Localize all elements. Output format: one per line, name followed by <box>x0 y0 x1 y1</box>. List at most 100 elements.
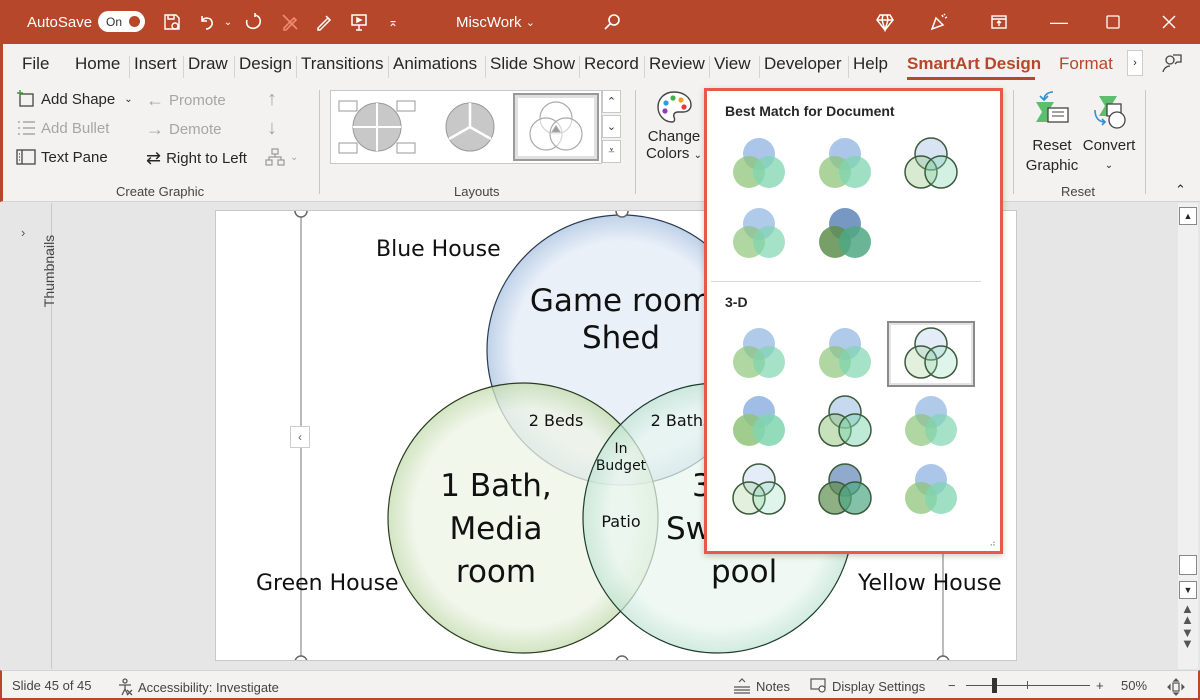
ink-pen-icon[interactable] <box>312 0 336 44</box>
resize-handle <box>294 655 308 660</box>
scroll-down-icon[interactable]: ▼ <box>1179 581 1197 599</box>
region-green-only[interactable]: 1 Bath, Media room <box>406 465 586 593</box>
tab-design[interactable]: Design <box>239 54 292 74</box>
minimize-icon[interactable]: — <box>1046 0 1072 44</box>
present-icon[interactable] <box>347 0 371 44</box>
text-pane-button[interactable]: Text Pane <box>16 148 108 166</box>
gallery-more-icon[interactable]: ⩡ <box>602 140 621 163</box>
fit-slide-icon[interactable] <box>1166 678 1186 696</box>
region-text: Media <box>449 510 543 547</box>
style-option-3d-selected[interactable] <box>887 321 975 387</box>
next-slide-icon[interactable]: ▼ ▼ <box>1181 626 1194 650</box>
style-option-3d[interactable] <box>715 457 803 523</box>
premium-diamond-icon[interactable] <box>872 0 898 44</box>
autosave-toggle[interactable]: On <box>98 11 145 32</box>
move-up-button[interactable]: ↑ <box>267 88 277 111</box>
tab-home[interactable]: Home <box>75 54 120 74</box>
thumbnails-label[interactable]: Thumbnails <box>41 231 57 311</box>
convert-button[interactable]: Convert ⌄ <box>1079 90 1139 176</box>
comments-icon[interactable] <box>1161 52 1183 79</box>
region-blue-green[interactable]: 2 Beds <box>516 411 596 430</box>
layout-basic-venn[interactable] <box>513 93 599 161</box>
zoom-in-button[interactable]: + <box>1096 678 1104 693</box>
style-option-3d[interactable] <box>887 389 975 455</box>
style-option-3d[interactable] <box>801 321 889 387</box>
redo-icon[interactable] <box>242 0 266 44</box>
tab-help[interactable]: Help <box>853 54 888 74</box>
resize-handle <box>615 211 629 218</box>
add-bullet-button[interactable]: Add Bullet <box>16 119 109 137</box>
gallery-scroll-up-icon[interactable]: ⌃ <box>602 90 621 113</box>
save-sync-icon[interactable] <box>160 0 184 44</box>
style-option-best-match[interactable] <box>715 131 803 197</box>
zoom-out-button[interactable]: − <box>948 678 956 693</box>
add-shape-button[interactable]: Add Shape ⌄ <box>16 90 133 108</box>
tab-smartart-design[interactable]: SmartArt Design <box>907 54 1041 74</box>
move-down-button[interactable]: ↓ <box>267 117 277 140</box>
tab-draw[interactable]: Draw <box>188 54 228 74</box>
close-icon[interactable] <box>1156 0 1182 44</box>
tab-format[interactable]: Format <box>1059 54 1113 74</box>
change-colors-button[interactable]: Change Colors ⌄ <box>645 90 703 176</box>
reset-graphic-button[interactable]: Reset Graphic <box>1021 90 1083 176</box>
display-settings-button[interactable]: Display Settings <box>810 678 925 694</box>
style-option-3d[interactable] <box>715 389 803 455</box>
customize-qat-icon[interactable]: ⌅ <box>386 0 400 44</box>
layout-circle-relationship[interactable] <box>337 95 417 159</box>
right-to-left-button[interactable]: ⇄ Right to Left <box>146 148 247 169</box>
text-pane-toggle-icon[interactable]: ‹ <box>290 426 310 448</box>
undo-icon[interactable] <box>195 0 219 44</box>
style-option-3d[interactable] <box>715 321 803 387</box>
style-option-best-match[interactable] <box>801 201 889 267</box>
tab-insert[interactable]: Insert <box>134 54 177 74</box>
add-shape-dropdown-icon[interactable]: ⌄ <box>124 94 132 105</box>
region-text: Shed <box>581 320 661 357</box>
layout-segmented-cycle[interactable] <box>435 95 505 159</box>
zoom-level[interactable]: 50% <box>1121 678 1147 693</box>
tab-file[interactable]: File <box>22 54 49 74</box>
vertical-scrollbar[interactable]: ▲ ▼ ▲ ▲ ▼ ▼ <box>1178 203 1198 669</box>
celebrate-icon[interactable] <box>926 0 952 44</box>
style-option-best-match[interactable] <box>801 131 889 197</box>
expand-thumbnails-icon[interactable]: › <box>21 225 25 240</box>
label-green-house[interactable]: Green House <box>256 571 399 597</box>
tab-review[interactable]: Review <box>649 54 705 74</box>
zoom-slider[interactable] <box>966 685 1090 686</box>
label-blue-house[interactable]: Blue House <box>376 237 501 263</box>
style-option-best-match[interactable] <box>887 131 975 197</box>
notes-button[interactable]: Notes <box>732 678 790 694</box>
accessibility-button[interactable]: Accessibility: Investigate <box>116 678 279 696</box>
tabs-scroll-right-icon[interactable]: › <box>1127 50 1143 76</box>
ribbon-display-icon[interactable] <box>986 0 1012 44</box>
style-option-3d[interactable] <box>801 457 889 523</box>
tab-transitions[interactable]: Transitions <box>301 54 384 74</box>
gallery-scroll-down-icon[interactable]: ⌄ <box>602 115 621 138</box>
tab-view[interactable]: View <box>714 54 751 74</box>
region-green-yellow[interactable]: Patio <box>586 512 656 531</box>
maximize-icon[interactable] <box>1100 0 1126 44</box>
style-option-3d[interactable] <box>887 457 975 523</box>
tab-developer[interactable]: Developer <box>764 54 842 74</box>
scroll-up-icon[interactable]: ▲ <box>1179 207 1197 225</box>
scroll-thumb[interactable] <box>1179 555 1197 575</box>
tab-animations[interactable]: Animations <box>393 54 477 74</box>
document-title[interactable]: MiscWork ⌄ <box>456 0 535 44</box>
region-center[interactable]: In Budget <box>586 441 656 475</box>
draw-pen-icon[interactable] <box>278 0 302 44</box>
previous-slide-icon[interactable]: ▲ ▲ <box>1181 602 1194 626</box>
undo-dropdown-icon[interactable]: ⌄ <box>222 0 234 44</box>
tab-slide-show[interactable]: Slide Show <box>490 54 575 74</box>
zoom-slider-thumb[interactable] <box>992 678 997 693</box>
region-blue-only[interactable]: Game room Shed <box>506 283 736 357</box>
add-shape-label: Add Shape <box>41 90 116 108</box>
search-icon[interactable] <box>600 0 624 44</box>
promote-button[interactable]: ← Promote <box>146 90 226 111</box>
demote-button[interactable]: → Demote <box>146 119 222 140</box>
style-option-3d[interactable] <box>801 389 889 455</box>
style-option-best-match[interactable] <box>715 201 803 267</box>
label-yellow-house[interactable]: Yellow House <box>858 571 1002 597</box>
collapse-ribbon-icon[interactable]: ⌃ <box>1175 182 1186 198</box>
tab-record[interactable]: Record <box>584 54 639 74</box>
layout-button[interactable]: ⌄ <box>265 148 298 166</box>
resize-grip-icon[interactable]: ⠴ <box>989 538 996 549</box>
